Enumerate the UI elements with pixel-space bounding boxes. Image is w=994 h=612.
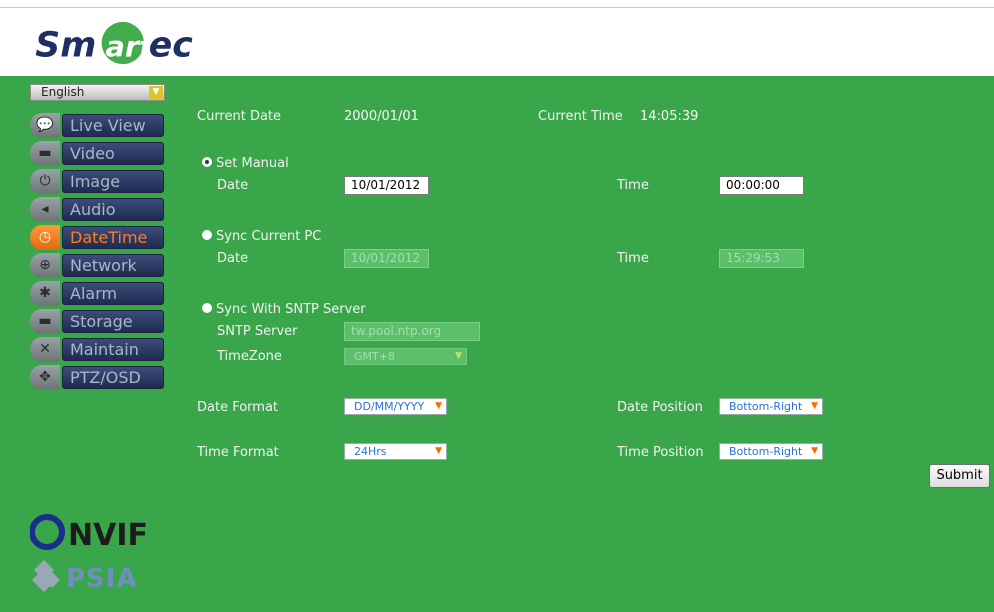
sntp-radio[interactable] [202, 303, 212, 313]
nav-item-live-view[interactable]: 💬 Live View [30, 113, 164, 138]
timezone-label: TimeZone [217, 349, 282, 364]
time-position-label: Time Position [617, 445, 704, 460]
nav-item-label: Storage [62, 310, 164, 333]
current-time-label: Current Time [538, 109, 623, 124]
sntp-server-input[interactable]: tw.pool.ntp.org [344, 322, 480, 341]
date-format-value: DD/MM/YYYY [354, 400, 425, 413]
manual-date-input[interactable]: 10/01/2012 [344, 176, 429, 195]
nav-item-ptz-osd[interactable]: ✥ PTZ/OSD [30, 365, 164, 390]
nav-item-label: DateTime [62, 226, 164, 249]
smartec-logo: Sm art ec [35, 21, 193, 65]
nav-item-label: PTZ/OSD [62, 366, 164, 389]
nav-icon-container: ◂ [30, 197, 60, 222]
nav-item-label: Alarm [62, 282, 164, 305]
nav-item-network[interactable]: ⊕ Network [30, 253, 164, 278]
manual-date-label: Date [217, 178, 249, 193]
chevron-down-icon: ▼ [435, 401, 442, 411]
nav-item-video[interactable]: ▬ Video [30, 141, 164, 166]
nav-icon-container: ✕ [30, 337, 60, 362]
chevron-down-icon: ▼ [811, 401, 818, 411]
power-icon: ⏻ [39, 173, 51, 189]
nav-icon-container: ▬ [30, 309, 60, 334]
svg-text:ec: ec [149, 25, 193, 65]
tools-icon: ✕ [39, 341, 51, 357]
submit-button[interactable]: Submit [929, 464, 990, 488]
sync-pc-label: Sync Current PC [216, 229, 322, 244]
nav-item-alarm[interactable]: ✱ Alarm [30, 281, 164, 306]
language-value: English [41, 85, 85, 99]
nav-item-label: Video [62, 142, 164, 165]
time-format-value: 24Hrs [354, 445, 387, 458]
time-format-select[interactable]: 24Hrs ▼ [344, 443, 447, 460]
date-position-label: Date Position [617, 400, 703, 415]
current-date-value: 2000/01/01 [344, 109, 419, 124]
svg-text:art: art [105, 29, 154, 63]
nav-icon-container: ⊕ [30, 253, 60, 278]
nav-icon-container: ✥ [30, 365, 60, 390]
nav-item-storage[interactable]: ▬ Storage [30, 309, 164, 334]
sntp-server-label: SNTP Server [217, 324, 298, 339]
ptz-arrows-icon: ✥ [39, 369, 51, 385]
nav-item-image[interactable]: ⏻ Image [30, 169, 164, 194]
current-time-value: 14:05:39 [640, 109, 699, 124]
nav-icon-container: 💬 [30, 113, 60, 138]
nav-item-audio[interactable]: ◂ Audio [30, 197, 164, 222]
onvif-logo: NVIF [30, 514, 148, 552]
svg-text:NVIF: NVIF [68, 518, 148, 552]
nav-item-datetime[interactable]: ◷ DateTime [30, 225, 164, 250]
top-divider [0, 7, 994, 8]
chevron-down-icon: ▼ [149, 86, 163, 99]
date-position-value: Bottom-Right [729, 400, 803, 413]
manual-time-label: Time [617, 178, 649, 193]
sync-pc-date-input[interactable]: 10/01/2012 [344, 249, 429, 268]
sync-pc-time-input[interactable]: 15:29:53 [719, 249, 804, 268]
nav-item-label: Live View [62, 114, 164, 137]
chevron-down-icon: ▼ [811, 446, 818, 456]
date-format-select[interactable]: DD/MM/YYYY ▼ [344, 398, 447, 415]
date-position-select[interactable]: Bottom-Right ▼ [719, 398, 823, 415]
nav-icon-container: ▬ [30, 141, 60, 166]
sntp-label: Sync With SNTP Server [216, 302, 366, 317]
chevron-down-icon: ▼ [435, 446, 442, 456]
time-position-value: Bottom-Right [729, 445, 803, 458]
nav-item-label: Image [62, 170, 164, 193]
svg-text:Sm: Sm [35, 25, 96, 65]
psia-logo: PSIA [32, 560, 138, 594]
time-position-select[interactable]: Bottom-Right ▼ [719, 443, 823, 460]
set-manual-radio[interactable] [202, 157, 212, 167]
time-format-label: Time Format [197, 445, 279, 460]
storage-icon: ▬ [38, 313, 52, 329]
sync-pc-date-label: Date [217, 251, 249, 266]
manual-time-input[interactable]: 00:00:00 [719, 176, 804, 195]
timezone-select[interactable]: GMT+8 ▼ [344, 348, 467, 365]
nav-item-label: Network [62, 254, 164, 277]
nav-icon-container: ✱ [30, 281, 60, 306]
nav-item-label: Audio [62, 198, 164, 221]
language-select[interactable]: English ▼ [30, 84, 165, 101]
live-view-icon: 💬 [36, 117, 54, 133]
nav-item-maintain[interactable]: ✕ Maintain [30, 337, 164, 362]
nav-icon-container: ⏻ [30, 169, 60, 194]
sync-pc-radio[interactable] [202, 230, 212, 240]
sync-pc-time-label: Time [617, 251, 649, 266]
current-date-label: Current Date [197, 109, 282, 124]
date-format-label: Date Format [197, 400, 279, 415]
nav-icon-container: ◷ [30, 225, 60, 250]
star-alarm-icon: ✱ [39, 285, 51, 301]
chevron-down-icon: ▼ [455, 351, 462, 361]
globe-icon: ⊕ [39, 257, 51, 273]
timezone-value: GMT+8 [354, 350, 395, 363]
video-camera-icon: ▬ [38, 145, 52, 161]
set-manual-label: Set Manual [216, 156, 289, 171]
clock-icon: ◷ [38, 229, 52, 245]
nav-item-label: Maintain [62, 338, 164, 361]
speaker-icon: ◂ [41, 201, 49, 217]
svg-text:PSIA: PSIA [66, 564, 138, 594]
